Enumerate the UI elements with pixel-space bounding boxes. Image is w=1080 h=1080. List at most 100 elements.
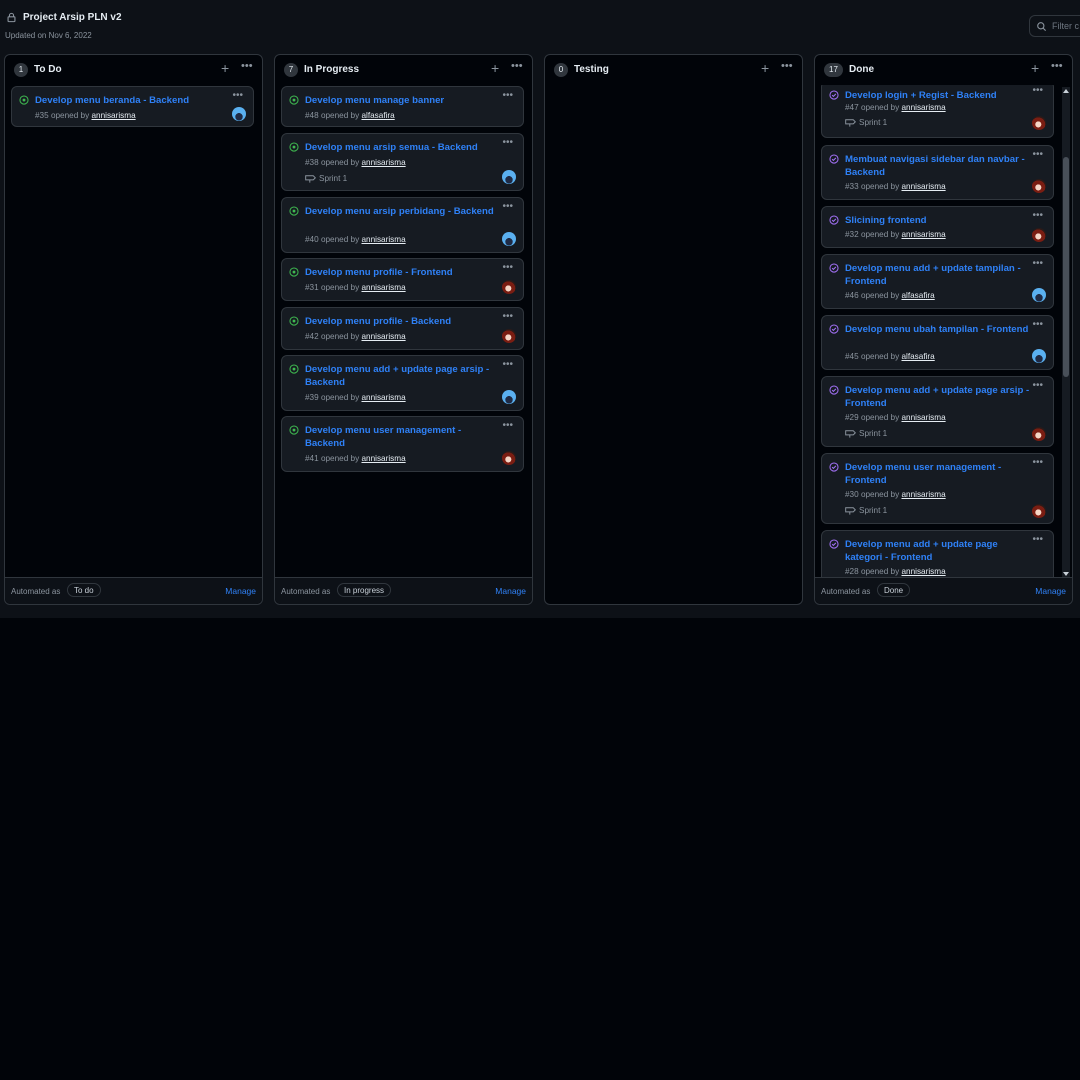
card-title[interactable]: Develop menu user management - Frontend xyxy=(845,461,1035,487)
card-menu-icon[interactable]: ••• xyxy=(1032,380,1043,391)
avatar[interactable] xyxy=(1032,288,1046,302)
card-title[interactable]: Develop menu manage banner xyxy=(305,94,495,107)
card-title[interactable]: Develop menu ubah tampilan - Frontend xyxy=(845,323,1035,336)
card-title[interactable]: Develop menu add + update page arsip - F… xyxy=(845,384,1035,410)
add-card-icon[interactable]: + xyxy=(761,60,769,76)
card-menu-icon[interactable]: ••• xyxy=(502,420,513,431)
card-menu-icon[interactable]: ••• xyxy=(1032,85,1043,96)
issue-card[interactable]: Develop menu ubah tampilan - Frontend ••… xyxy=(821,315,1054,370)
issue-card[interactable]: Develop menu arsip semua - Backend ••• #… xyxy=(281,133,524,191)
add-card-icon[interactable]: + xyxy=(491,60,499,76)
card-menu-icon[interactable]: ••• xyxy=(502,262,513,273)
card-menu-icon[interactable]: ••• xyxy=(502,137,513,148)
scroll-up-icon[interactable] xyxy=(1063,89,1069,93)
card-title[interactable]: Membuat navigasi sidebar dan navbar - Ba… xyxy=(845,153,1035,179)
user-link[interactable]: alfasafira xyxy=(901,291,934,300)
avatar[interactable] xyxy=(502,390,516,404)
card-menu-icon[interactable]: ••• xyxy=(1032,149,1043,160)
issue-card[interactable]: Develop menu arsip perbidang - Backend •… xyxy=(281,197,524,253)
user-link[interactable]: annisarisma xyxy=(901,413,945,422)
avatar[interactable] xyxy=(1032,179,1046,193)
issue-card[interactable]: Develop menu add + update tampilan - Fro… xyxy=(821,254,1054,309)
user-link[interactable]: annisarisma xyxy=(361,393,405,402)
column-menu-icon[interactable]: ••• xyxy=(241,60,253,72)
column-menu-icon[interactable]: ••• xyxy=(1051,60,1063,72)
user-link[interactable]: annisarisma xyxy=(361,235,405,244)
issue-card[interactable]: Develop menu beranda - Backend ••• #35 o… xyxy=(11,86,254,127)
issue-card[interactable]: Develop menu add + update page kategori … xyxy=(821,530,1054,578)
issue-card[interactable]: Develop menu add + update page arsip - B… xyxy=(281,355,524,411)
column-scrollbar[interactable] xyxy=(1062,87,1070,578)
card-title[interactable]: Develop menu beranda - Backend xyxy=(35,94,225,107)
user-link[interactable]: annisarisma xyxy=(901,230,945,239)
card-menu-icon[interactable]: ••• xyxy=(1032,319,1043,330)
user-link[interactable]: alfasafira xyxy=(901,352,934,361)
card-menu-icon[interactable]: ••• xyxy=(1032,258,1043,269)
column-menu-icon[interactable]: ••• xyxy=(511,60,523,72)
card-title[interactable]: Develop menu profile - Frontend xyxy=(305,266,495,279)
scrollbar-thumb[interactable] xyxy=(1063,157,1069,377)
milestone[interactable]: Sprint 1 xyxy=(845,118,887,127)
milestone[interactable]: Sprint 1 xyxy=(845,429,887,438)
issue-card[interactable]: Develop menu add + update page arsip - F… xyxy=(821,376,1054,447)
user-link[interactable]: annisarisma xyxy=(901,490,945,499)
avatar[interactable] xyxy=(1032,116,1046,130)
card-title[interactable]: Develop menu profile - Backend xyxy=(305,315,495,328)
card-title[interactable]: Develop menu user management - Backend xyxy=(305,424,495,450)
manage-link[interactable]: Manage xyxy=(1035,586,1066,596)
card-menu-icon[interactable]: ••• xyxy=(502,90,513,101)
avatar[interactable] xyxy=(1032,504,1046,518)
card-menu-icon[interactable]: ••• xyxy=(232,90,243,101)
card-title[interactable]: Develop menu add + update tampilan - Fro… xyxy=(845,262,1035,288)
user-link[interactable]: annisarisma xyxy=(361,283,405,292)
user-link[interactable]: annisarisma xyxy=(901,103,945,112)
issue-card[interactable]: Develop login + Regist - Backend ••• #47… xyxy=(821,85,1054,138)
scroll-down-icon[interactable] xyxy=(1063,572,1069,576)
issue-card[interactable]: Develop menu user management - Frontend … xyxy=(821,453,1054,524)
avatar[interactable] xyxy=(502,170,516,184)
add-card-icon[interactable]: + xyxy=(221,60,229,76)
project-title[interactable]: Project Arsip PLN v2 xyxy=(23,12,122,23)
user-link[interactable]: annisarisma xyxy=(91,111,135,120)
avatar[interactable] xyxy=(1032,228,1046,242)
card-title[interactable]: Slicining frontend xyxy=(845,214,1035,227)
user-link[interactable]: annisarisma xyxy=(901,182,945,191)
avatar[interactable] xyxy=(502,232,516,246)
user-link[interactable]: annisarisma xyxy=(361,454,405,463)
card-menu-icon[interactable]: ••• xyxy=(502,311,513,322)
avatar[interactable] xyxy=(232,107,246,121)
card-menu-icon[interactable]: ••• xyxy=(1032,210,1043,221)
issue-card[interactable]: Develop menu manage banner ••• #48 opene… xyxy=(281,86,524,127)
avatar[interactable] xyxy=(502,451,516,465)
card-title[interactable]: Develop login + Regist - Backend xyxy=(845,89,1035,102)
manage-link[interactable]: Manage xyxy=(495,586,526,596)
avatar[interactable] xyxy=(1032,427,1046,441)
avatar[interactable] xyxy=(1032,349,1046,363)
card-title[interactable]: Develop menu arsip semua - Backend xyxy=(305,141,495,154)
user-link[interactable]: annisarisma xyxy=(361,332,405,341)
avatar[interactable] xyxy=(502,329,516,343)
card-title[interactable]: Develop menu add + update page kategori … xyxy=(845,538,1035,564)
issue-card[interactable]: Membuat navigasi sidebar dan navbar - Ba… xyxy=(821,145,1054,200)
milestone[interactable]: Sprint 1 xyxy=(305,174,347,183)
user-link[interactable]: annisarisma xyxy=(361,158,405,167)
issue-card[interactable]: Develop menu user management - Backend •… xyxy=(281,416,524,472)
card-menu-icon[interactable]: ••• xyxy=(502,359,513,370)
column-menu-icon[interactable]: ••• xyxy=(781,60,793,72)
issue-card[interactable]: Develop menu profile - Frontend ••• #31 … xyxy=(281,258,524,301)
issue-card[interactable]: Slicining frontend ••• #32 opened by ann… xyxy=(821,206,1054,248)
user-link[interactable]: annisarisma xyxy=(901,567,945,576)
avatar[interactable] xyxy=(502,280,516,294)
card-title[interactable]: Develop menu add + update page arsip - B… xyxy=(305,363,495,389)
user-link[interactable]: alfasafira xyxy=(361,111,394,120)
card-title[interactable]: Develop menu arsip perbidang - Backend xyxy=(305,205,495,218)
manage-link[interactable]: Manage xyxy=(225,586,256,596)
milestone[interactable]: Sprint 1 xyxy=(845,506,887,515)
column-done: 17 Done + ••• Develop login + Regist - B… xyxy=(814,54,1073,605)
card-menu-icon[interactable]: ••• xyxy=(1032,534,1043,545)
card-menu-icon[interactable]: ••• xyxy=(1032,457,1043,468)
card-menu-icon[interactable]: ••• xyxy=(502,201,513,212)
issue-card[interactable]: Develop menu profile - Backend ••• #42 o… xyxy=(281,307,524,350)
filter-input[interactable]: Filter c xyxy=(1029,15,1080,37)
add-card-icon[interactable]: + xyxy=(1031,60,1039,76)
